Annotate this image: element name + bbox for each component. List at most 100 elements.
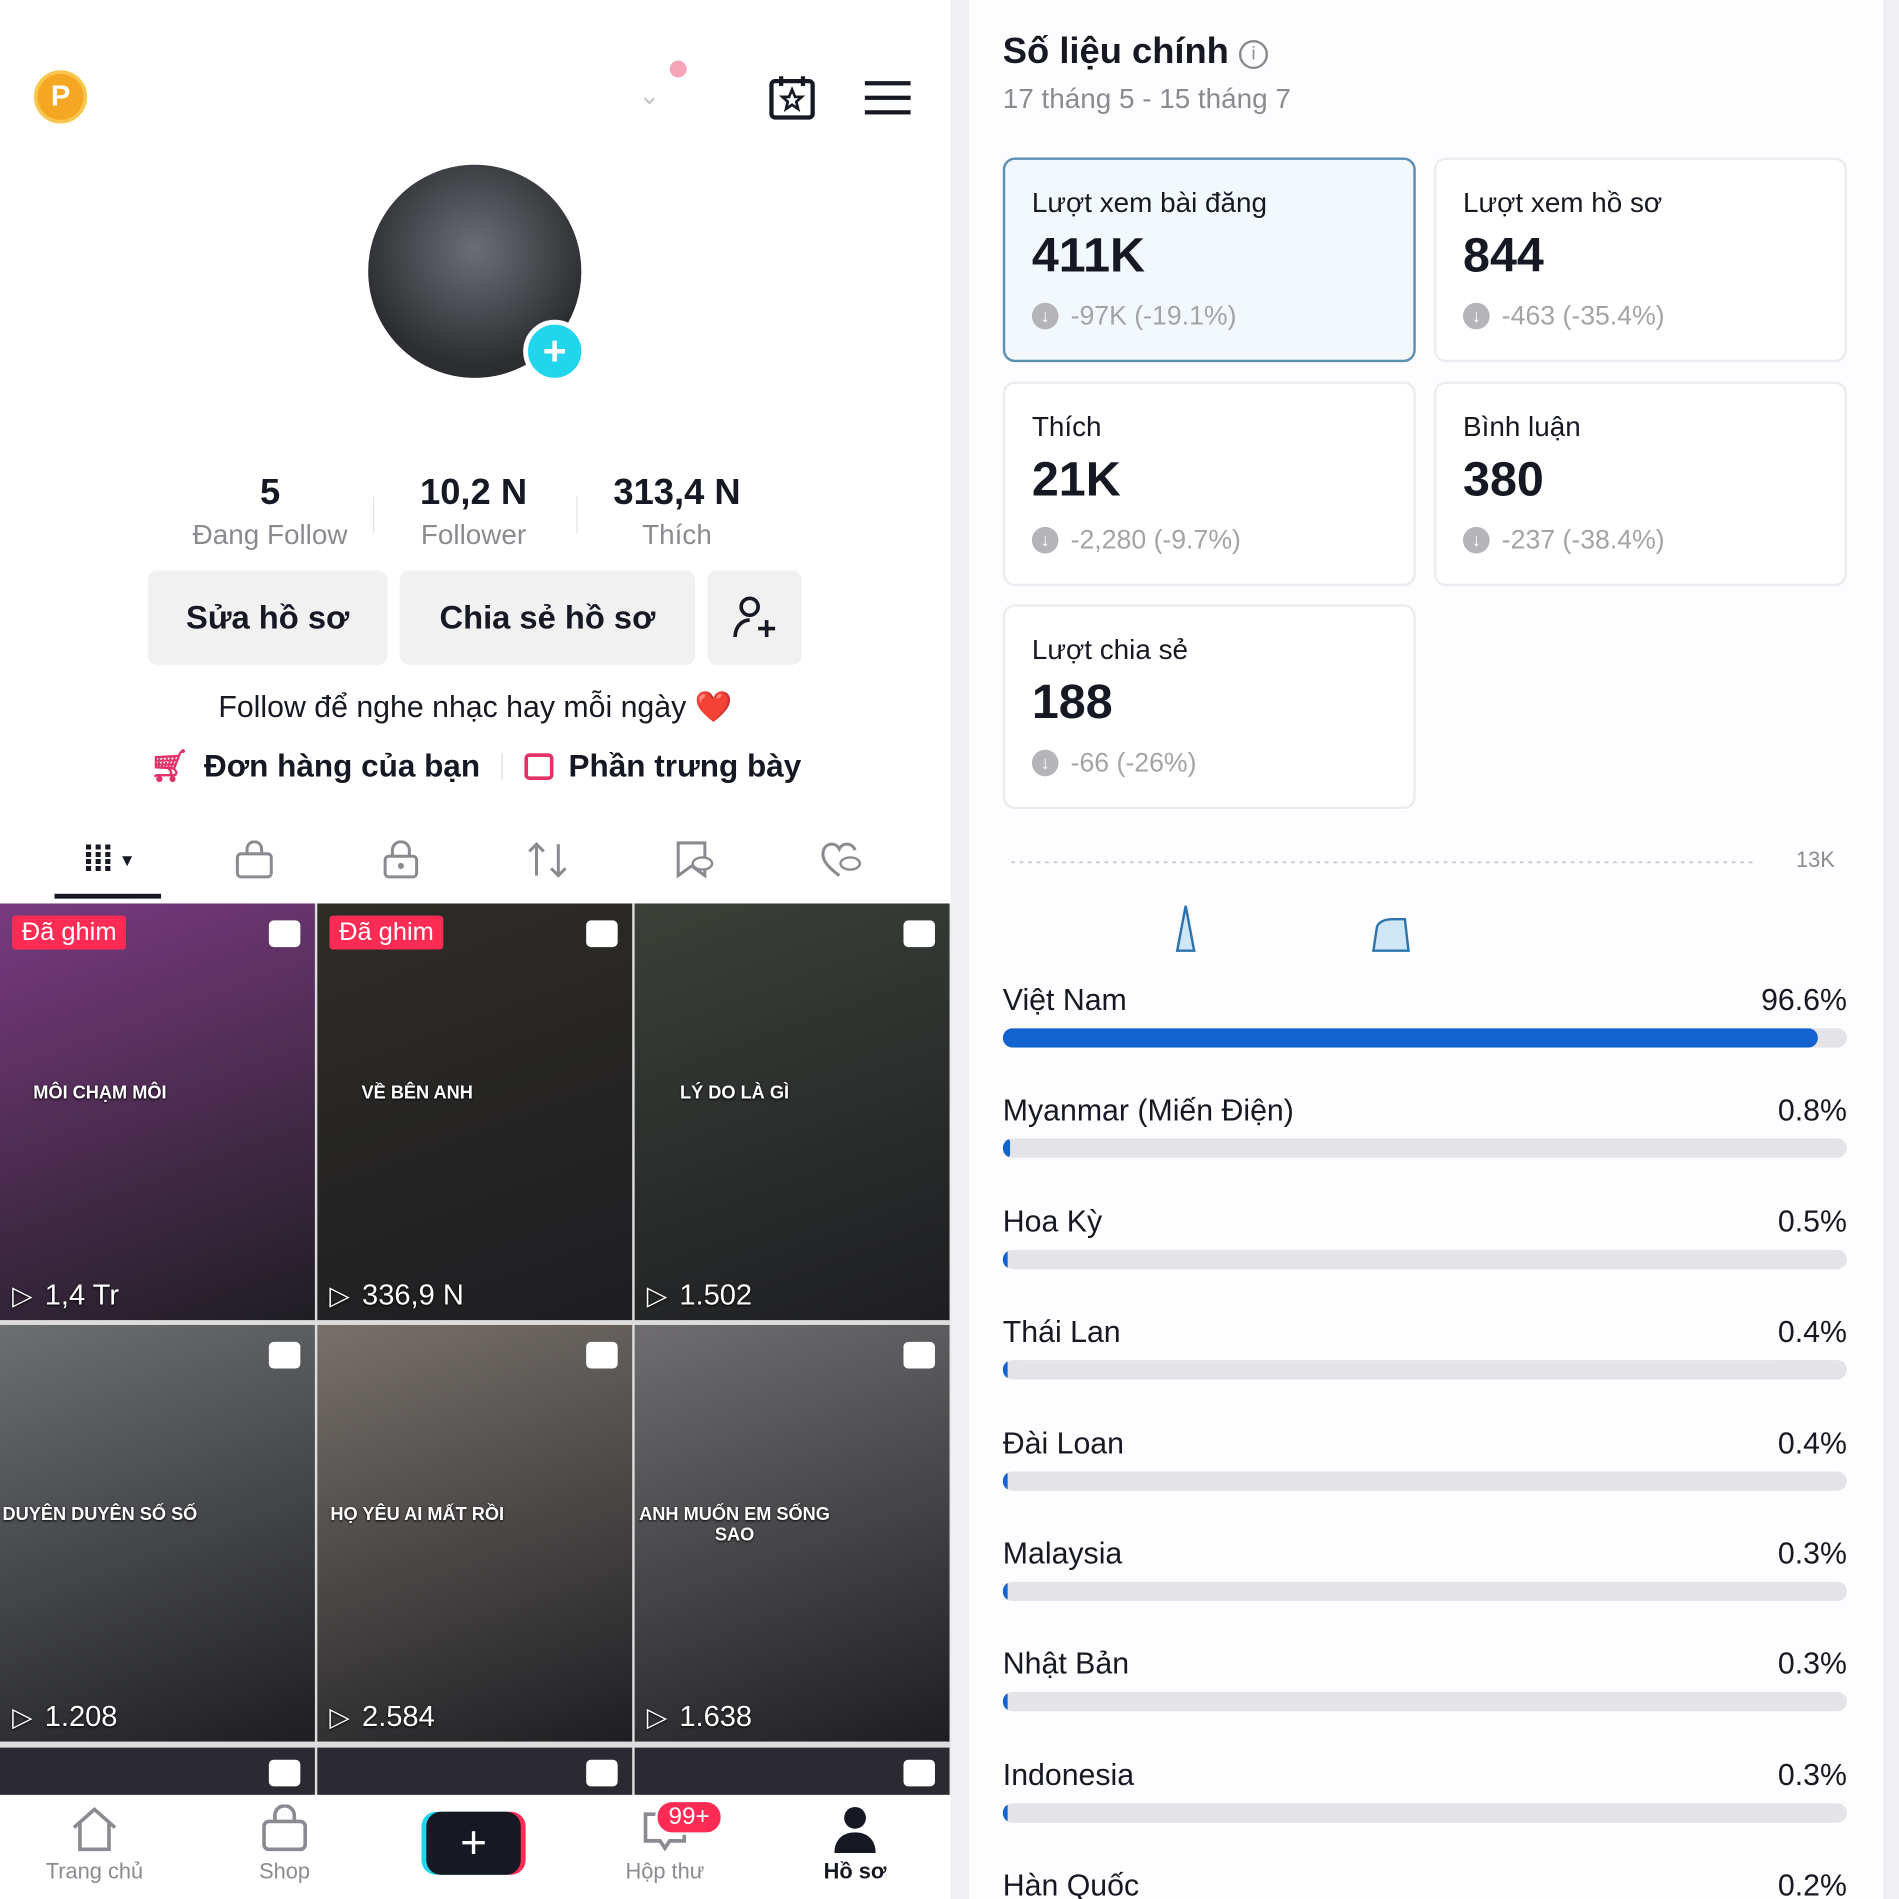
nav-shop-label: Shop	[259, 1859, 311, 1884]
create-button[interactable]: +	[426, 1811, 521, 1875]
photo-icon	[903, 1759, 935, 1787]
nav-home[interactable]: Trang chủ	[22, 1805, 167, 1885]
metric-value: 380	[1463, 452, 1544, 507]
tab-liked[interactable]	[781, 824, 902, 897]
video-thumbnail[interactable]: LÝ DO LÀ GÌ ▷ 1.502	[634, 903, 950, 1321]
panel-divider	[950, 0, 969, 1899]
arrow-down-icon: ↓	[1031, 749, 1059, 777]
metric-card[interactable]: Thích 21K ↓ -2,280 (-9.7%)	[1002, 381, 1416, 587]
trend-peak	[1175, 905, 1196, 952]
country-bar-fill	[1002, 1360, 1008, 1380]
add-friend-button[interactable]	[707, 570, 802, 665]
chevron-down-icon[interactable]: ⌄	[638, 80, 660, 111]
view-count: 1.502	[679, 1278, 753, 1312]
country-percent: 0.3%	[1777, 1647, 1847, 1682]
metric-value: 844	[1463, 228, 1544, 283]
video-thumbnail[interactable]: Đã ghim VỀ BÊN ANH ▷ 336,9 N	[317, 903, 633, 1321]
video-grid: Đã ghim MÔI CHẠM MÔI ▷ 1,4 Tr Đã ghim VỀ …	[0, 903, 951, 1797]
country-bar-fill	[1002, 1803, 1008, 1823]
tab-favorites[interactable]	[635, 824, 756, 897]
info-icon[interactable]: i	[1238, 39, 1269, 70]
country-row: Malaysia 0.3%	[1002, 1536, 1847, 1602]
country-bar-fill	[1002, 1138, 1010, 1159]
country-row: Hoa Kỳ 0.5%	[1002, 1205, 1847, 1269]
country-percent: 96.6%	[1761, 983, 1847, 1018]
plus-icon: +	[460, 1817, 487, 1869]
video-thumbnail[interactable]	[0, 1747, 315, 1797]
following-stat[interactable]: 5 Đang Follow	[167, 472, 373, 551]
date-range: 17 tháng 5 - 15 tháng 7	[1002, 82, 1291, 114]
nav-profile[interactable]: Hồ sơ	[782, 1805, 927, 1885]
country-percent: 0.4%	[1777, 1315, 1847, 1350]
video-title: HỌ YÊU AI MẤT RỒI	[330, 1504, 505, 1525]
tab-private[interactable]	[340, 824, 461, 897]
metrics-title: Số liệu chính i	[1003, 31, 1269, 72]
metric-value: 411K	[1031, 228, 1146, 283]
nav-home-label: Trang chủ	[45, 1859, 144, 1884]
pinned-badge: Đã ghim	[12, 915, 127, 950]
metric-label: Lượt chia sẻ	[1031, 633, 1189, 665]
tab-shop[interactable]	[194, 824, 315, 897]
shop-icon	[262, 1803, 308, 1852]
photo-icon	[268, 1759, 301, 1787]
calendar-star-icon[interactable]	[768, 73, 816, 121]
country-row: Hàn Quốc 0.2%	[1003, 1869, 1847, 1899]
metric-delta: -2,280 (-9.7%)	[1070, 524, 1241, 555]
country-bar-fill	[1002, 1470, 1008, 1491]
photo-icon	[586, 1341, 618, 1369]
orders-link[interactable]: Đơn hàng của bạn	[204, 747, 480, 785]
play-icon: ▷	[329, 1701, 350, 1732]
trend-chart	[1011, 861, 1757, 952]
likes-stat[interactable]: 313,4 N Thích	[574, 472, 780, 551]
metric-card[interactable]: Lượt xem hồ sơ 844 ↓ -463 (-35.4%)	[1433, 157, 1847, 363]
arrow-down-icon: ↓	[1031, 302, 1059, 330]
photo-icon	[586, 1759, 618, 1787]
country-bar-track	[1002, 1470, 1847, 1491]
following-count: 5	[259, 472, 281, 513]
video-title: ANH MUỐN EM SỐNG SAO	[639, 1504, 830, 1546]
video-thumbnail[interactable]	[634, 1747, 950, 1797]
tab-reposts[interactable]	[487, 824, 608, 897]
add-story-button[interactable]: +	[523, 319, 587, 383]
country-name: Myanmar (Miến Điện)	[1002, 1094, 1294, 1129]
profile-panel: P ⌄ + 5 Đang Follow 10,2 N Follower 313,4 …	[0, 0, 951, 1899]
nav-shop[interactable]: Shop	[212, 1803, 357, 1885]
home-icon	[72, 1806, 117, 1852]
followers-label: Follower	[420, 518, 527, 550]
video-thumbnail[interactable]: HỌ YÊU AI MẤT RỒI ▷ 2.584	[317, 1324, 633, 1742]
photo-icon	[903, 1341, 935, 1369]
play-icon: ▷	[329, 1280, 350, 1311]
photo-icon	[903, 920, 935, 948]
metric-label: Thích	[1031, 410, 1102, 443]
showcase-link[interactable]: Phần trưng bày	[568, 747, 801, 785]
country-bar-track	[1002, 1249, 1847, 1269]
country-percent: 0.2%	[1777, 1868, 1847, 1899]
metric-card[interactable]: Bình luận 380 ↓ -237 (-38.4%)	[1433, 381, 1847, 587]
followers-stat[interactable]: 10,2 N Follower	[371, 472, 577, 551]
country-percent: 0.8%	[1777, 1094, 1847, 1129]
showcase-bag-icon	[524, 752, 554, 780]
menu-icon[interactable]	[864, 80, 911, 116]
tab-videos[interactable]: ⁞⁞⁞ ▼	[48, 824, 169, 897]
video-thumbnail[interactable]: DUYÊN DUYÊN SỐ SỐ ▷ 1.208	[0, 1324, 315, 1742]
country-name: Việt Nam	[1002, 983, 1127, 1018]
repost-icon	[528, 841, 567, 878]
video-thumbnail[interactable]	[317, 1747, 633, 1797]
country-bar-track	[1002, 1028, 1847, 1048]
video-thumbnail[interactable]: Đã ghim MÔI CHẠM MÔI ▷ 1,4 Tr	[0, 903, 315, 1321]
shop-bag-icon	[235, 840, 273, 879]
coin-icon[interactable]: P	[33, 70, 88, 124]
play-icon: ▷	[12, 1280, 33, 1311]
metric-card[interactable]: Lượt chia sẻ 188 ↓ -66 (-26%)	[1002, 604, 1416, 810]
share-profile-button[interactable]: Chia sẻ hồ sơ	[399, 570, 696, 665]
arrow-down-icon: ↓	[1463, 302, 1490, 330]
metric-value: 188	[1031, 675, 1113, 730]
metric-card[interactable]: Lượt xem bài đăng 411K ↓ -97K (-19.1%)	[1002, 157, 1416, 363]
nav-profile-label: Hồ sơ	[823, 1859, 887, 1884]
video-thumbnail[interactable]: ANH MUỐN EM SỐNG SAO ▷ 1.638	[634, 1324, 950, 1742]
edit-profile-button[interactable]: Sửa hồ sơ	[147, 570, 388, 665]
video-title: VỀ BÊN ANH	[361, 1082, 473, 1104]
inbox-badge: 99+	[655, 1799, 723, 1835]
country-bar-fill	[1002, 1028, 1819, 1048]
country-percent: 0.3%	[1777, 1536, 1847, 1571]
